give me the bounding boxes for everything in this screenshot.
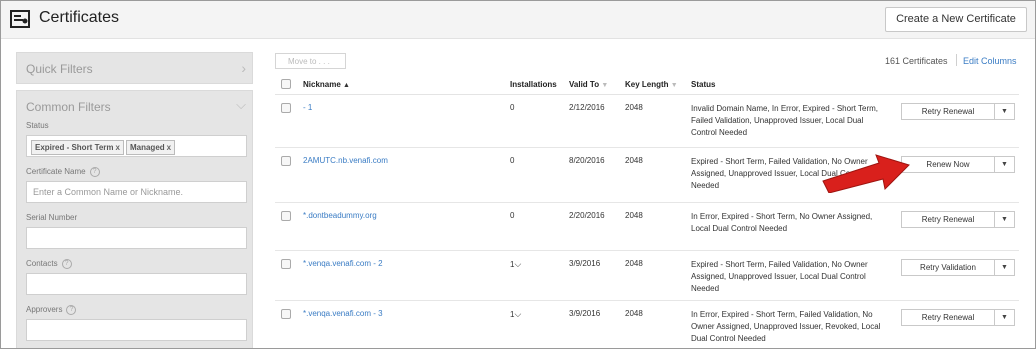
nickname-link[interactable]: *.venqa.venafi.com - 2: [303, 259, 383, 268]
status-text: Invalid Domain Name, In Error, Expired -…: [691, 103, 879, 137]
table-row: *.venqa.venafi.com - 3 1⌵ 3/9/2016 2048 …: [275, 300, 1019, 348]
retry-renewal-button[interactable]: Retry Renewal: [901, 102, 995, 120]
status-tag: Expired - Short Term x: [31, 140, 124, 155]
installations-value: 0: [510, 202, 569, 251]
nickname-link[interactable]: *.venqa.venafi.com - 3: [303, 309, 383, 318]
remove-tag-icon[interactable]: x: [167, 143, 171, 152]
help-icon: ?: [66, 305, 77, 315]
remove-tag-icon[interactable]: x: [116, 143, 120, 152]
retry-renewal-button[interactable]: Retry Renewal: [901, 308, 995, 326]
valid-to-value: 3/9/2016: [569, 250, 625, 301]
status-tag: Managed x: [125, 140, 176, 155]
column-installations[interactable]: Installations: [510, 76, 569, 95]
filter-sidebar: Quick Filters › Common Filters ⌵ Status …: [16, 52, 254, 348]
column-valid-to[interactable]: Valid To ▼: [569, 76, 625, 95]
action-split-button: Retry Renewal ▼: [901, 210, 1015, 228]
retry-renewal-button[interactable]: Retry Renewal: [901, 210, 995, 228]
status-tag-field[interactable]: Expired - Short Term x Managed x: [26, 135, 247, 157]
caret-down-icon[interactable]: ▼: [995, 102, 1015, 120]
common-filters-title: Common Filters: [26, 100, 111, 114]
help-icon: ?: [89, 167, 100, 177]
red-arrow-annotation: [822, 154, 910, 193]
quick-filters-title: Quick Filters: [26, 62, 93, 76]
create-certificate-button[interactable]: Create a New Certificate: [885, 7, 1027, 32]
caret-down-icon[interactable]: ▼: [995, 155, 1015, 173]
key-length-value: 2048: [625, 202, 691, 251]
column-key-length[interactable]: Key Length ▼: [625, 76, 691, 95]
column-nickname[interactable]: Nickname ▲: [303, 76, 510, 95]
chevron-down-icon: ⌵: [514, 308, 522, 319]
select-all-checkbox[interactable]: [281, 78, 291, 89]
quick-filters-panel[interactable]: Quick Filters ›: [16, 52, 253, 84]
chevron-down-icon: ⌵: [514, 258, 522, 269]
installations-cell[interactable]: 1⌵: [510, 250, 569, 301]
page-header: Certificates Create a New Certificate: [1, 1, 1035, 39]
status-label: Status: [26, 121, 49, 130]
row-checkbox[interactable]: [281, 258, 291, 269]
edit-columns-link[interactable]: Edit Columns: [963, 56, 1017, 66]
action-split-button: Renew Now ▼: [901, 155, 1015, 173]
sort-icon: ▼: [601, 82, 609, 90]
caret-down-icon[interactable]: ▼: [995, 258, 1015, 276]
common-filters-panel: Common Filters ⌵ Status Expired - Short …: [16, 90, 253, 348]
chevron-right-icon: ›: [241, 60, 246, 76]
certificate-icon: [10, 10, 30, 28]
table-header-row: Nickname ▲ Installations Valid To ▼ Key …: [275, 76, 1019, 95]
status-text: In Error, Expired - Short Term, Failed V…: [691, 309, 881, 343]
chevron-down-icon[interactable]: ⌵: [236, 97, 246, 113]
row-checkbox[interactable]: [281, 155, 291, 166]
status-text: Expired - Short Term, Failed Validation,…: [691, 259, 868, 293]
table-row: *.dontbeadummy.org 0 2/20/2016 2048 In E…: [275, 202, 1019, 251]
installations-cell[interactable]: 1⌵: [510, 300, 569, 348]
approvers-label: Approvers?: [26, 305, 77, 315]
caret-down-icon[interactable]: ▼: [995, 308, 1015, 326]
key-length-value: 2048: [625, 94, 691, 148]
row-checkbox[interactable]: [281, 308, 291, 319]
valid-to-value: 3/9/2016: [569, 300, 625, 348]
certificate-count: 161 Certificates: [885, 56, 948, 66]
valid-to-value: 2/20/2016: [569, 202, 625, 251]
nickname-link[interactable]: - 1: [303, 103, 312, 112]
retry-validation-button[interactable]: Retry Validation: [901, 258, 995, 276]
action-split-button: Retry Renewal ▼: [901, 102, 1015, 120]
help-icon: ?: [61, 259, 72, 269]
certificates-table: Nickname ▲ Installations Valid To ▼ Key …: [275, 76, 1019, 348]
nickname-link[interactable]: 2AMUTC.nb.venafi.com: [303, 156, 388, 165]
valid-to-value: 8/20/2016: [569, 147, 625, 203]
action-split-button: Retry Validation ▼: [901, 258, 1015, 276]
valid-to-value: 2/12/2016: [569, 94, 625, 148]
table-row: - 1 0 2/12/2016 2048 Invalid Domain Name…: [275, 94, 1019, 148]
serial-number-input[interactable]: [26, 227, 247, 249]
serial-number-label: Serial Number: [26, 213, 78, 222]
column-status[interactable]: Status: [691, 76, 901, 95]
key-length-value: 2048: [625, 250, 691, 301]
row-checkbox[interactable]: [281, 210, 291, 221]
move-to-button[interactable]: Move to . . .: [275, 53, 346, 69]
certificate-name-label: Certificate Name?: [26, 167, 100, 177]
renew-now-button[interactable]: Renew Now: [901, 155, 995, 173]
action-split-button: Retry Renewal ▼: [901, 308, 1015, 326]
approvers-input[interactable]: [26, 319, 247, 341]
sort-asc-icon: ▲: [343, 82, 350, 90]
status-text: In Error, Expired - Short Term, No Owner…: [691, 211, 873, 233]
sort-icon: ▼: [670, 82, 678, 90]
installations-value: 0: [510, 147, 569, 203]
contacts-label: Contacts?: [26, 259, 72, 269]
certificate-name-input[interactable]: Enter a Common Name or Nickname.: [26, 181, 247, 203]
key-length-value: 2048: [625, 147, 691, 203]
row-checkbox[interactable]: [281, 102, 291, 113]
installations-value: 0: [510, 94, 569, 148]
certificates-window: Certificates Create a New Certificate Qu…: [0, 0, 1036, 349]
caret-down-icon[interactable]: ▼: [995, 210, 1015, 228]
divider: [956, 54, 957, 66]
contacts-input[interactable]: [26, 273, 247, 295]
key-length-value: 2048: [625, 300, 691, 348]
table-row: *.venqa.venafi.com - 2 1⌵ 3/9/2016 2048 …: [275, 250, 1019, 301]
page-title: Certificates: [39, 9, 120, 26]
nickname-link[interactable]: *.dontbeadummy.org: [303, 211, 377, 220]
